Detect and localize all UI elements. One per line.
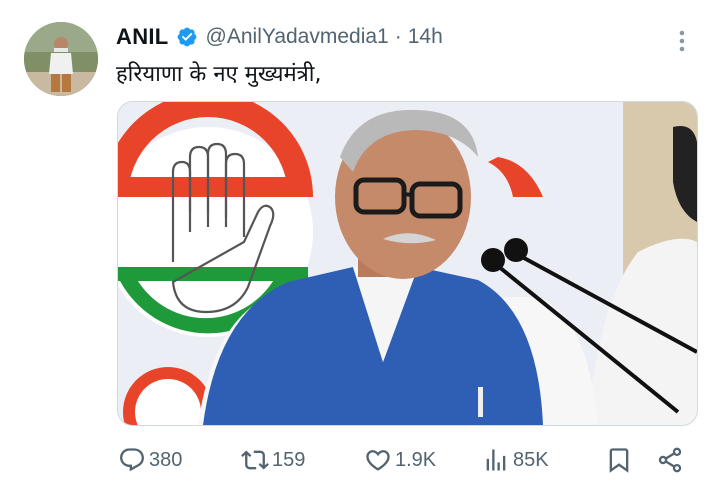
avatar-image [24,22,98,96]
retweet-button[interactable]: 159 [241,440,305,480]
separator-dot: · [394,25,402,48]
author-handle[interactable]: @AnilYadavmedia1 [206,25,389,49]
author-name[interactable]: ANIL [116,24,169,50]
heart-icon [366,450,390,471]
share-icon [658,447,682,473]
like-button[interactable]: 1.9K [364,440,436,480]
press-conference-photo [118,102,697,425]
more-vertical-icon[interactable] [672,28,692,54]
tweet-text: हरियाणा के नए मुख्यमंत्री, [116,62,322,87]
tweet-media-image[interactable] [117,101,698,426]
tweet-header: ANIL @AnilYadavmedia1 · 14h [116,22,443,52]
tweet-action-bar: 380 159 1.9K 85K [0,440,720,480]
reply-icon [120,448,144,472]
retweet-icon [241,450,269,470]
retweet-count: 159 [272,448,306,471]
views-bar-chart-icon [486,449,506,471]
views-button[interactable]: 85K [482,440,549,480]
reply-button[interactable]: 380 [118,440,182,480]
tweet-timestamp[interactable]: 14h [408,25,443,49]
like-count: 1.9K [395,448,437,471]
tweet-card[interactable]: ANIL @AnilYadavmedia1 · 14h हरियाणा के न… [0,0,720,487]
verified-badge-icon [176,26,198,48]
avatar[interactable] [24,22,98,96]
share-button[interactable] [656,440,684,480]
view-count: 85K [513,448,549,471]
bookmark-button[interactable] [605,440,633,480]
reply-count: 380 [149,448,183,471]
bookmark-icon [609,448,629,473]
